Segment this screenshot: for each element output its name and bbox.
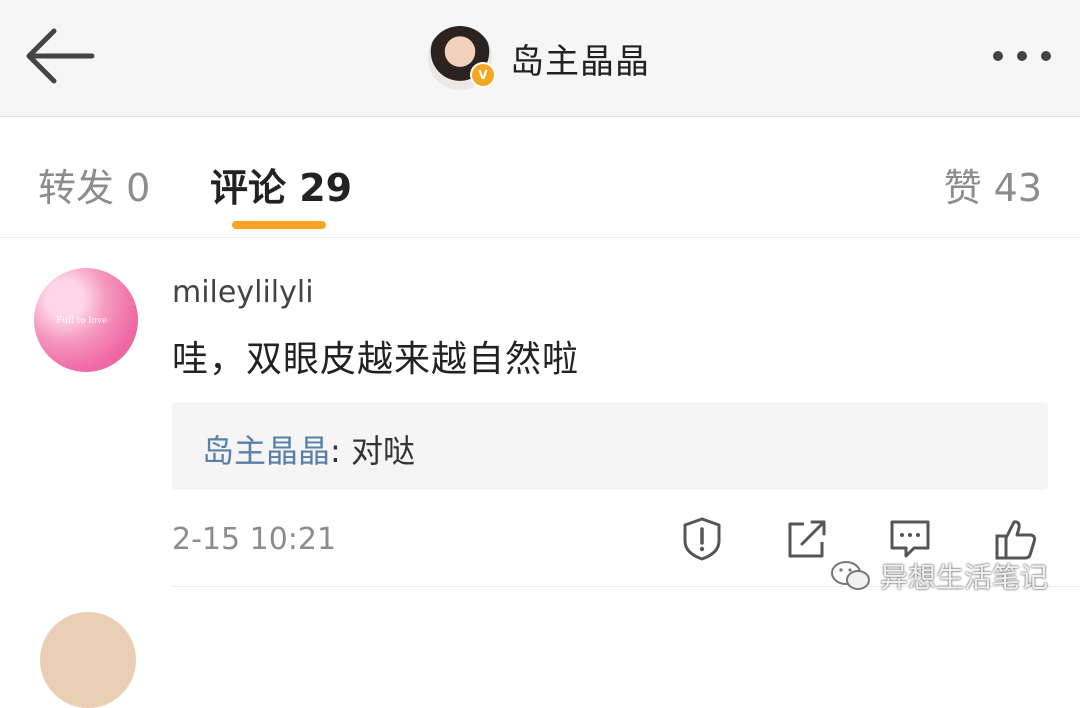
next-comment-avatar[interactable] (40, 612, 136, 708)
tab-reposts[interactable]: 转发 0 (38, 157, 150, 212)
wechat-icon (830, 561, 870, 590)
reply-box[interactable]: 岛主晶晶: 对哒 (172, 402, 1048, 490)
tab-bar: 转发 0 评论 29 赞 43 (0, 117, 1080, 238)
profile-header[interactable]: V 岛主晶晶 (428, 24, 650, 92)
tab-likes[interactable]: 赞 43 (944, 157, 1042, 212)
share-icon (788, 520, 826, 558)
watermark-text: 异想生活笔记 (879, 561, 1048, 594)
report-icon (683, 517, 721, 561)
more-button[interactable] (990, 40, 1054, 72)
comment-timestamp: 2-15 10:21 (172, 522, 337, 557)
page-title: 岛主晶晶 (510, 41, 650, 82)
arrow-left-icon (26, 28, 95, 84)
reply-text: 对哒 (350, 432, 415, 470)
watermark: 异想生活笔记 (830, 556, 1048, 596)
more-dots-icon (993, 51, 1051, 61)
reply-separator: : (330, 432, 351, 470)
tab-comments[interactable]: 评论 29 (210, 157, 352, 212)
reply-author[interactable]: 岛主晶晶 (202, 432, 330, 470)
avatar-caption: Full to love (56, 316, 108, 326)
comment-username[interactable]: mileylilyli (172, 275, 314, 310)
verified-badge: V (470, 62, 496, 88)
commenter-avatar[interactable]: Full to love (34, 268, 138, 372)
active-tab-indicator (232, 221, 326, 229)
avatar[interactable]: V (428, 26, 496, 90)
share-button[interactable] (784, 516, 828, 562)
back-button[interactable] (22, 22, 98, 90)
report-button[interactable] (680, 516, 724, 562)
comment-text: 哇，双眼皮越来越自然啦 (172, 339, 580, 380)
reply-line: 岛主晶晶: 对哒 (202, 426, 415, 472)
top-nav-bar: V 岛主晶晶 (0, 0, 1080, 117)
